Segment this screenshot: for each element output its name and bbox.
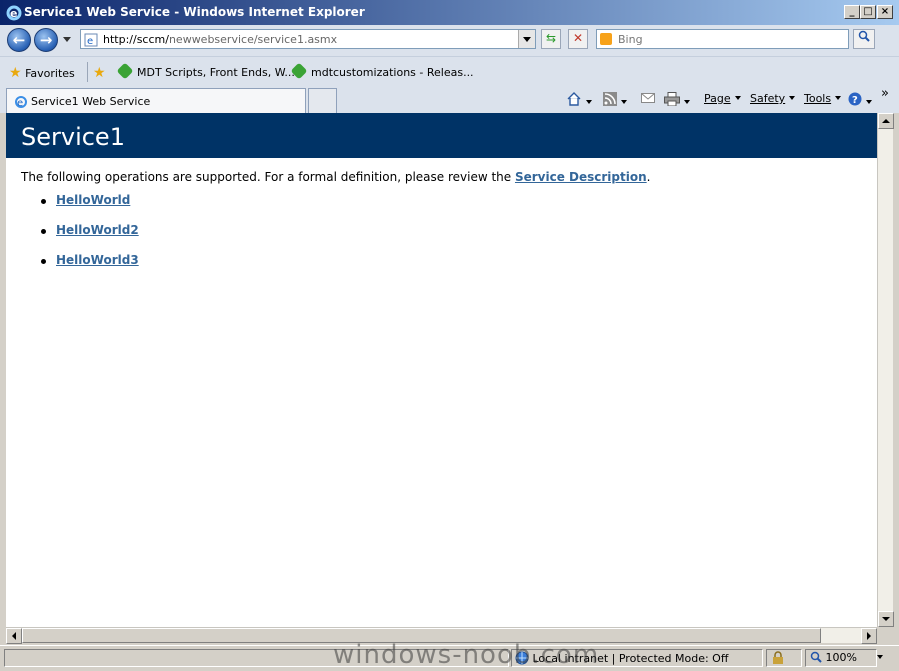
page-icon: e <box>84 33 98 50</box>
svg-text:e: e <box>87 36 93 47</box>
webslice-icon <box>116 62 134 80</box>
feeds-button[interactable] <box>603 92 627 109</box>
window-title: Service1 Web Service - Windows Internet … <box>24 5 365 19</box>
webslice-icon <box>290 62 308 80</box>
operation-link-helloworld2[interactable]: HelloWorld2 <box>56 223 139 237</box>
print-button[interactable] <box>664 92 690 109</box>
svg-text:?: ? <box>852 95 858 106</box>
list-item: HelloWorld <box>21 193 139 223</box>
ie-logo-icon: e <box>6 5 22 24</box>
back-button[interactable]: ← <box>7 28 31 52</box>
scroll-corner <box>877 627 893 643</box>
list-item: HelloWorld2 <box>21 223 139 253</box>
tab-bar: e Service1 Web Service Page Safety Tools… <box>0 86 899 113</box>
favorites-bar: ★ Favorites ★ MDT Scripts, Front Ends, W… <box>0 56 899 87</box>
minimize-button[interactable]: _ <box>844 5 860 19</box>
safety-menu[interactable]: Safety <box>750 92 796 105</box>
bing-icon <box>600 33 612 45</box>
printer-icon <box>664 92 680 107</box>
magnifier-icon <box>858 30 870 42</box>
ie-tab-icon: e <box>14 95 28 112</box>
close-button[interactable]: × <box>877 5 893 19</box>
favorites-button[interactable]: ★ Favorites <box>9 65 75 81</box>
scroll-up-button[interactable] <box>878 113 894 129</box>
maximize-button[interactable]: □ <box>860 5 876 19</box>
favorite-link-mdtcustomizations[interactable]: mdtcustomizations - Releas... <box>290 62 474 80</box>
home-icon <box>567 92 581 106</box>
operation-link-helloworld3[interactable]: HelloWorld3 <box>56 253 139 267</box>
help-icon: ? <box>848 92 862 106</box>
scroll-right-button[interactable] <box>861 628 877 644</box>
watermark: windows-noob.com <box>333 640 600 670</box>
zoom-level[interactable]: 100% <box>810 651 883 664</box>
list-item: HelloWorld3 <box>21 253 139 283</box>
scroll-left-button[interactable] <box>6 628 22 644</box>
favorite-link-mdt-scripts[interactable]: MDT Scripts, Front Ends, W... <box>116 62 295 80</box>
protected-mode-cell[interactable] <box>766 649 802 667</box>
address-dropdown[interactable] <box>518 30 535 48</box>
home-button[interactable] <box>566 92 592 109</box>
search-box[interactable]: Bing <box>596 29 849 49</box>
recent-pages-dropdown[interactable] <box>63 37 71 42</box>
tab-service1[interactable]: e Service1 Web Service <box>6 88 306 113</box>
page-header: Service1 <box>6 113 877 158</box>
svg-text:e: e <box>17 98 23 109</box>
page-menu[interactable]: Page <box>704 92 741 105</box>
zoom-icon <box>810 651 822 663</box>
vertical-scrollbar[interactable] <box>877 113 894 627</box>
tab-label: Service1 Web Service <box>31 95 151 108</box>
chevron-more-icon[interactable]: » <box>881 86 889 101</box>
tools-menu[interactable]: Tools <box>804 92 842 105</box>
operation-link-helloworld[interactable]: HelloWorld <box>56 193 130 207</box>
search-input[interactable]: Bing <box>618 33 643 46</box>
new-tab-button[interactable] <box>308 88 337 113</box>
operations-list: HelloWorld HelloWorld2 HelloWorld3 <box>21 193 139 283</box>
read-mail-button[interactable] <box>641 92 655 107</box>
rss-icon <box>603 92 617 106</box>
address-url[interactable]: http://sccm/newwebservice/service1.asmx <box>103 33 337 46</box>
svg-text:e: e <box>10 7 17 20</box>
forward-button[interactable]: → <box>34 28 58 52</box>
search-button[interactable] <box>853 29 875 49</box>
help-button[interactable]: ? <box>848 92 872 109</box>
mail-icon <box>641 93 655 103</box>
lock-icon <box>773 651 783 664</box>
intro-text: The following operations are supported. … <box>21 170 651 184</box>
address-bar[interactable]: e http://sccm/newwebservice/service1.asm… <box>80 29 536 49</box>
service-description-link[interactable]: Service Description <box>515 170 647 184</box>
favorites-divider <box>87 62 88 82</box>
title-bar: e Service1 Web Service - Windows Interne… <box>0 0 899 25</box>
navigation-bar: ← → e http://sccm/newwebservice/service1… <box>0 25 899 56</box>
stop-button[interactable]: ✕ <box>568 29 588 49</box>
scroll-down-button[interactable] <box>878 611 894 627</box>
add-favorite-icon[interactable]: ★ <box>93 65 106 81</box>
refresh-button[interactable]: ⇆ <box>541 29 561 49</box>
page-viewport: Service1 The following operations are su… <box>6 113 877 627</box>
page-title: Service1 <box>21 123 125 151</box>
star-icon: ★ <box>9 65 22 81</box>
